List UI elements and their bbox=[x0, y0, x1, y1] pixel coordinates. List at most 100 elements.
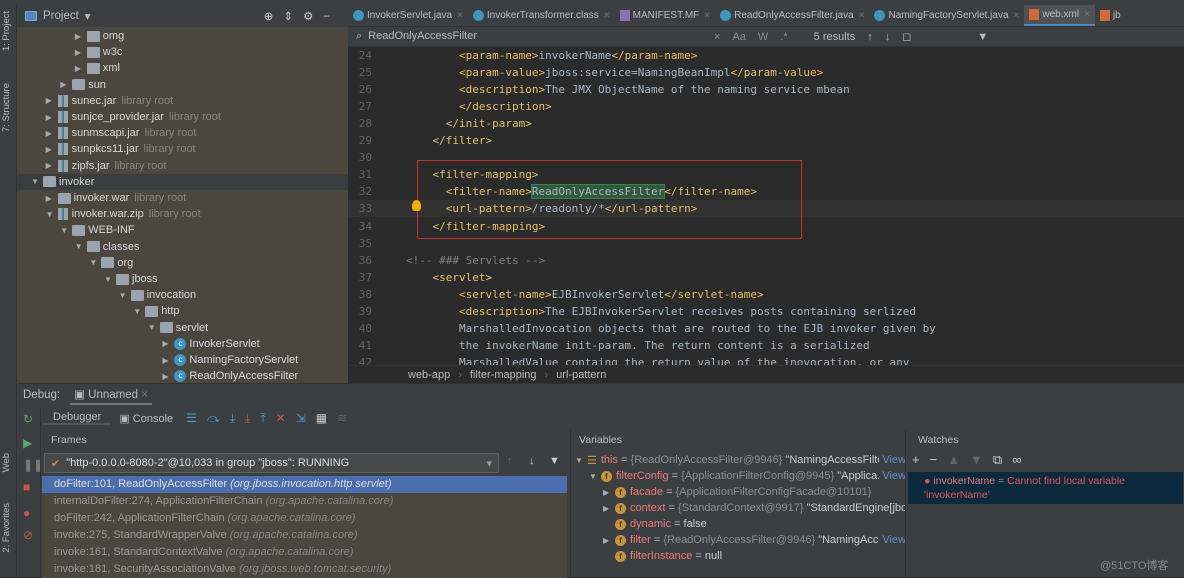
view-link[interactable]: View bbox=[879, 534, 905, 546]
code-line[interactable]: 26 <description>The JMX ObjectName of th… bbox=[348, 81, 1184, 98]
collapsed-arrow-icon[interactable]: ▶ bbox=[603, 504, 615, 513]
collapsed-arrow-icon[interactable]: ▶ bbox=[162, 356, 174, 365]
variable-item[interactable]: ▶ f filter = {ReadOnlyAccessFilter@9946} "… bbox=[603, 532, 905, 548]
collapsed-arrow-icon[interactable]: ▶ bbox=[46, 145, 58, 154]
arrow-down-icon[interactable]: ↓ bbox=[529, 455, 535, 467]
expanded-arrow-icon[interactable]: ▼ bbox=[46, 210, 58, 219]
collapsed-arrow-icon[interactable]: ▶ bbox=[46, 194, 58, 203]
editor-tab[interactable]: jb bbox=[1094, 5, 1126, 26]
collapsed-arrow-icon[interactable]: ▶ bbox=[162, 339, 174, 348]
view-link[interactable]: View bbox=[879, 470, 905, 482]
frame-item[interactable]: doFilter:242, ApplicationFilterChain (or… bbox=[42, 510, 567, 527]
mute-breakpoints-icon[interactable]: ⊘ bbox=[23, 528, 33, 542]
evaluate-icon[interactable]: ▦ bbox=[316, 411, 327, 425]
tree-item[interactable]: ▶ xml bbox=[17, 60, 348, 76]
console-tab[interactable]: ▣ Console bbox=[111, 412, 181, 425]
frame-item[interactable]: internalDoFilter:274, ApplicationFilterC… bbox=[42, 493, 567, 510]
watch-toolbar[interactable]: +−▲▼⧉∞ bbox=[912, 452, 1031, 468]
expanded-arrow-icon[interactable]: ▼ bbox=[60, 226, 72, 235]
close-icon[interactable]: × bbox=[859, 10, 865, 21]
tree-item[interactable]: ▼ classes bbox=[17, 239, 348, 255]
variable-item[interactable]: ▼ f filterConfig = {ApplicationFilterConfi… bbox=[589, 468, 905, 484]
expanded-arrow-icon[interactable]: ▼ bbox=[104, 275, 116, 284]
editor-tab[interactable]: InvokerServlet.java × bbox=[348, 5, 468, 26]
code-line[interactable]: 29 </filter> bbox=[348, 132, 1184, 149]
code-line[interactable]: 39 <description>The EJBInvokerServlet re… bbox=[348, 303, 1184, 320]
close-icon[interactable]: × bbox=[604, 10, 610, 21]
collapsed-arrow-icon[interactable]: ▶ bbox=[46, 96, 58, 105]
breadcrumb-item[interactable]: web-app bbox=[408, 369, 450, 381]
tree-item[interactable]: ▼ invocation bbox=[17, 287, 348, 303]
session-tab[interactable]: ▣ Unnamed × bbox=[70, 385, 152, 405]
tree-item[interactable]: ▶ sunjce_provider.jar library root bbox=[17, 109, 348, 125]
lightbulb-icon[interactable] bbox=[412, 200, 421, 211]
tree-item[interactable]: ▶ omg bbox=[17, 28, 348, 44]
expanded-arrow-icon[interactable]: ▼ bbox=[148, 323, 160, 332]
close-icon[interactable]: × bbox=[1014, 10, 1020, 21]
rerun-icon[interactable]: ↻ bbox=[23, 412, 33, 426]
collapsed-arrow-icon[interactable]: ▶ bbox=[162, 372, 174, 381]
tree-item[interactable]: ▶ sunpkcs11.jar library root bbox=[17, 141, 348, 157]
expanded-arrow-icon[interactable]: ▼ bbox=[119, 291, 131, 300]
editor-tab[interactable]: ReadOnlyAccessFilter.java × bbox=[715, 5, 870, 26]
editor-tab[interactable]: MANIFEST.MF × bbox=[614, 5, 716, 26]
breakpoints-icon[interactable]: ● bbox=[23, 506, 30, 520]
code-line[interactable]: 38 <servlet-name>EJBInvokerServlet</serv… bbox=[348, 286, 1184, 303]
close-icon[interactable]: × bbox=[1084, 9, 1090, 20]
variable-item[interactable]: ▼ ☰ this = {ReadOnlyAccessFilter@9946} "Na… bbox=[575, 452, 905, 468]
close-icon[interactable]: × bbox=[457, 10, 463, 21]
variable-item[interactable]: f dynamic = false bbox=[603, 516, 905, 532]
frame-item[interactable]: doFilter:101, ReadOnlyAccessFilter (org.… bbox=[42, 476, 567, 493]
web-tool-tab[interactable]: Web bbox=[1, 453, 12, 472]
project-title[interactable]: Project bbox=[43, 10, 79, 22]
editor-tab[interactable]: NamingFactoryServlet.java × bbox=[869, 5, 1025, 26]
tree-item[interactable]: ▶ c InvokerServlet bbox=[17, 336, 348, 352]
tree-item[interactable]: ▶ zipfs.jar library root bbox=[17, 158, 348, 174]
editor-tab[interactable]: web.xml × bbox=[1024, 5, 1095, 26]
tree-item[interactable]: ▼ WEB-INF bbox=[17, 222, 348, 238]
trace-icon[interactable]: ≋ bbox=[337, 411, 347, 425]
code-line[interactable]: 41 the invokerName init-param. The retur… bbox=[348, 337, 1184, 354]
step-into-icon[interactable]: ⤓ bbox=[230, 411, 235, 426]
words-toggle[interactable]: W bbox=[758, 31, 768, 43]
code-line[interactable]: 28 </init-param> bbox=[348, 115, 1184, 132]
thread-select[interactable]: ✔ "http-0.0.0.0-8080-2"@10,033 in group … bbox=[44, 453, 499, 473]
collapsed-arrow-icon[interactable]: ▶ bbox=[75, 64, 87, 73]
tree-item[interactable]: ▶ c ReadOnlyAccessFilter bbox=[17, 368, 348, 384]
expanded-arrow-icon[interactable]: ▼ bbox=[31, 177, 43, 186]
arrow-up-icon[interactable]: ↑ bbox=[867, 31, 873, 43]
view-link[interactable]: View bbox=[879, 454, 905, 466]
panel-actions-icons[interactable]: ⊕⇕⚙− bbox=[264, 9, 340, 23]
frame-item[interactable]: invoke:275, StandardWrapperValve (org.ap… bbox=[42, 527, 567, 544]
code-line[interactable]: 37 <servlet> bbox=[348, 269, 1184, 286]
debugger-tab[interactable]: Debugger bbox=[43, 411, 112, 425]
tree-item[interactable]: ▼ invoker bbox=[17, 173, 348, 190]
frame-item[interactable]: invoke:161, StandardContextValve (org.ap… bbox=[42, 544, 567, 561]
collapsed-arrow-icon[interactable]: ▶ bbox=[603, 536, 615, 545]
favorites-tool-tab[interactable]: 2: Favorites bbox=[1, 503, 12, 553]
tree-item[interactable]: ▶ sunec.jar library root bbox=[17, 93, 348, 109]
collapsed-arrow-icon[interactable]: ▶ bbox=[60, 80, 72, 89]
collapsed-arrow-icon[interactable]: ▶ bbox=[46, 129, 58, 138]
structure-tool-tab[interactable]: 7: Structure bbox=[1, 83, 12, 132]
match-case-toggle[interactable]: Aa bbox=[732, 31, 745, 43]
variable-item[interactable]: ▶ f facade = {ApplicationFilterConfigFacad… bbox=[603, 484, 905, 500]
collapsed-arrow-icon[interactable]: ▶ bbox=[603, 488, 615, 497]
breadcrumb-item[interactable]: url-pattern bbox=[556, 369, 606, 381]
variable-item[interactable]: ▶ f context = {StandardContext@9917} "Stan… bbox=[603, 500, 905, 516]
expanded-arrow-icon[interactable]: ▼ bbox=[133, 307, 145, 316]
tree-item[interactable]: ▶ sun bbox=[17, 77, 348, 93]
search-input[interactable]: ReadOnlyAccessFilter bbox=[368, 30, 477, 43]
code-line[interactable]: 24 <param-name>invokerName</param-name> bbox=[348, 47, 1184, 64]
step-out-icon[interactable]: ⤒ bbox=[260, 411, 265, 426]
force-step-into-icon[interactable]: ⤓ bbox=[245, 411, 250, 426]
expanded-arrow-icon[interactable]: ▼ bbox=[575, 456, 587, 465]
run-to-cursor-icon[interactable]: ⇲ bbox=[296, 411, 306, 425]
expanded-arrow-icon[interactable]: ▼ bbox=[75, 242, 87, 251]
expanded-arrow-icon[interactable]: ▼ bbox=[589, 472, 601, 481]
filter-icon[interactable]: ▼ bbox=[977, 31, 988, 43]
collapsed-arrow-icon[interactable]: ▶ bbox=[46, 161, 58, 170]
code-line[interactable]: 25 <param-value>jboss:service=NamingBean… bbox=[348, 64, 1184, 81]
arrow-up-icon[interactable]: ↑ bbox=[507, 455, 513, 467]
step-over-icon[interactable]: ⤼ bbox=[207, 411, 220, 426]
